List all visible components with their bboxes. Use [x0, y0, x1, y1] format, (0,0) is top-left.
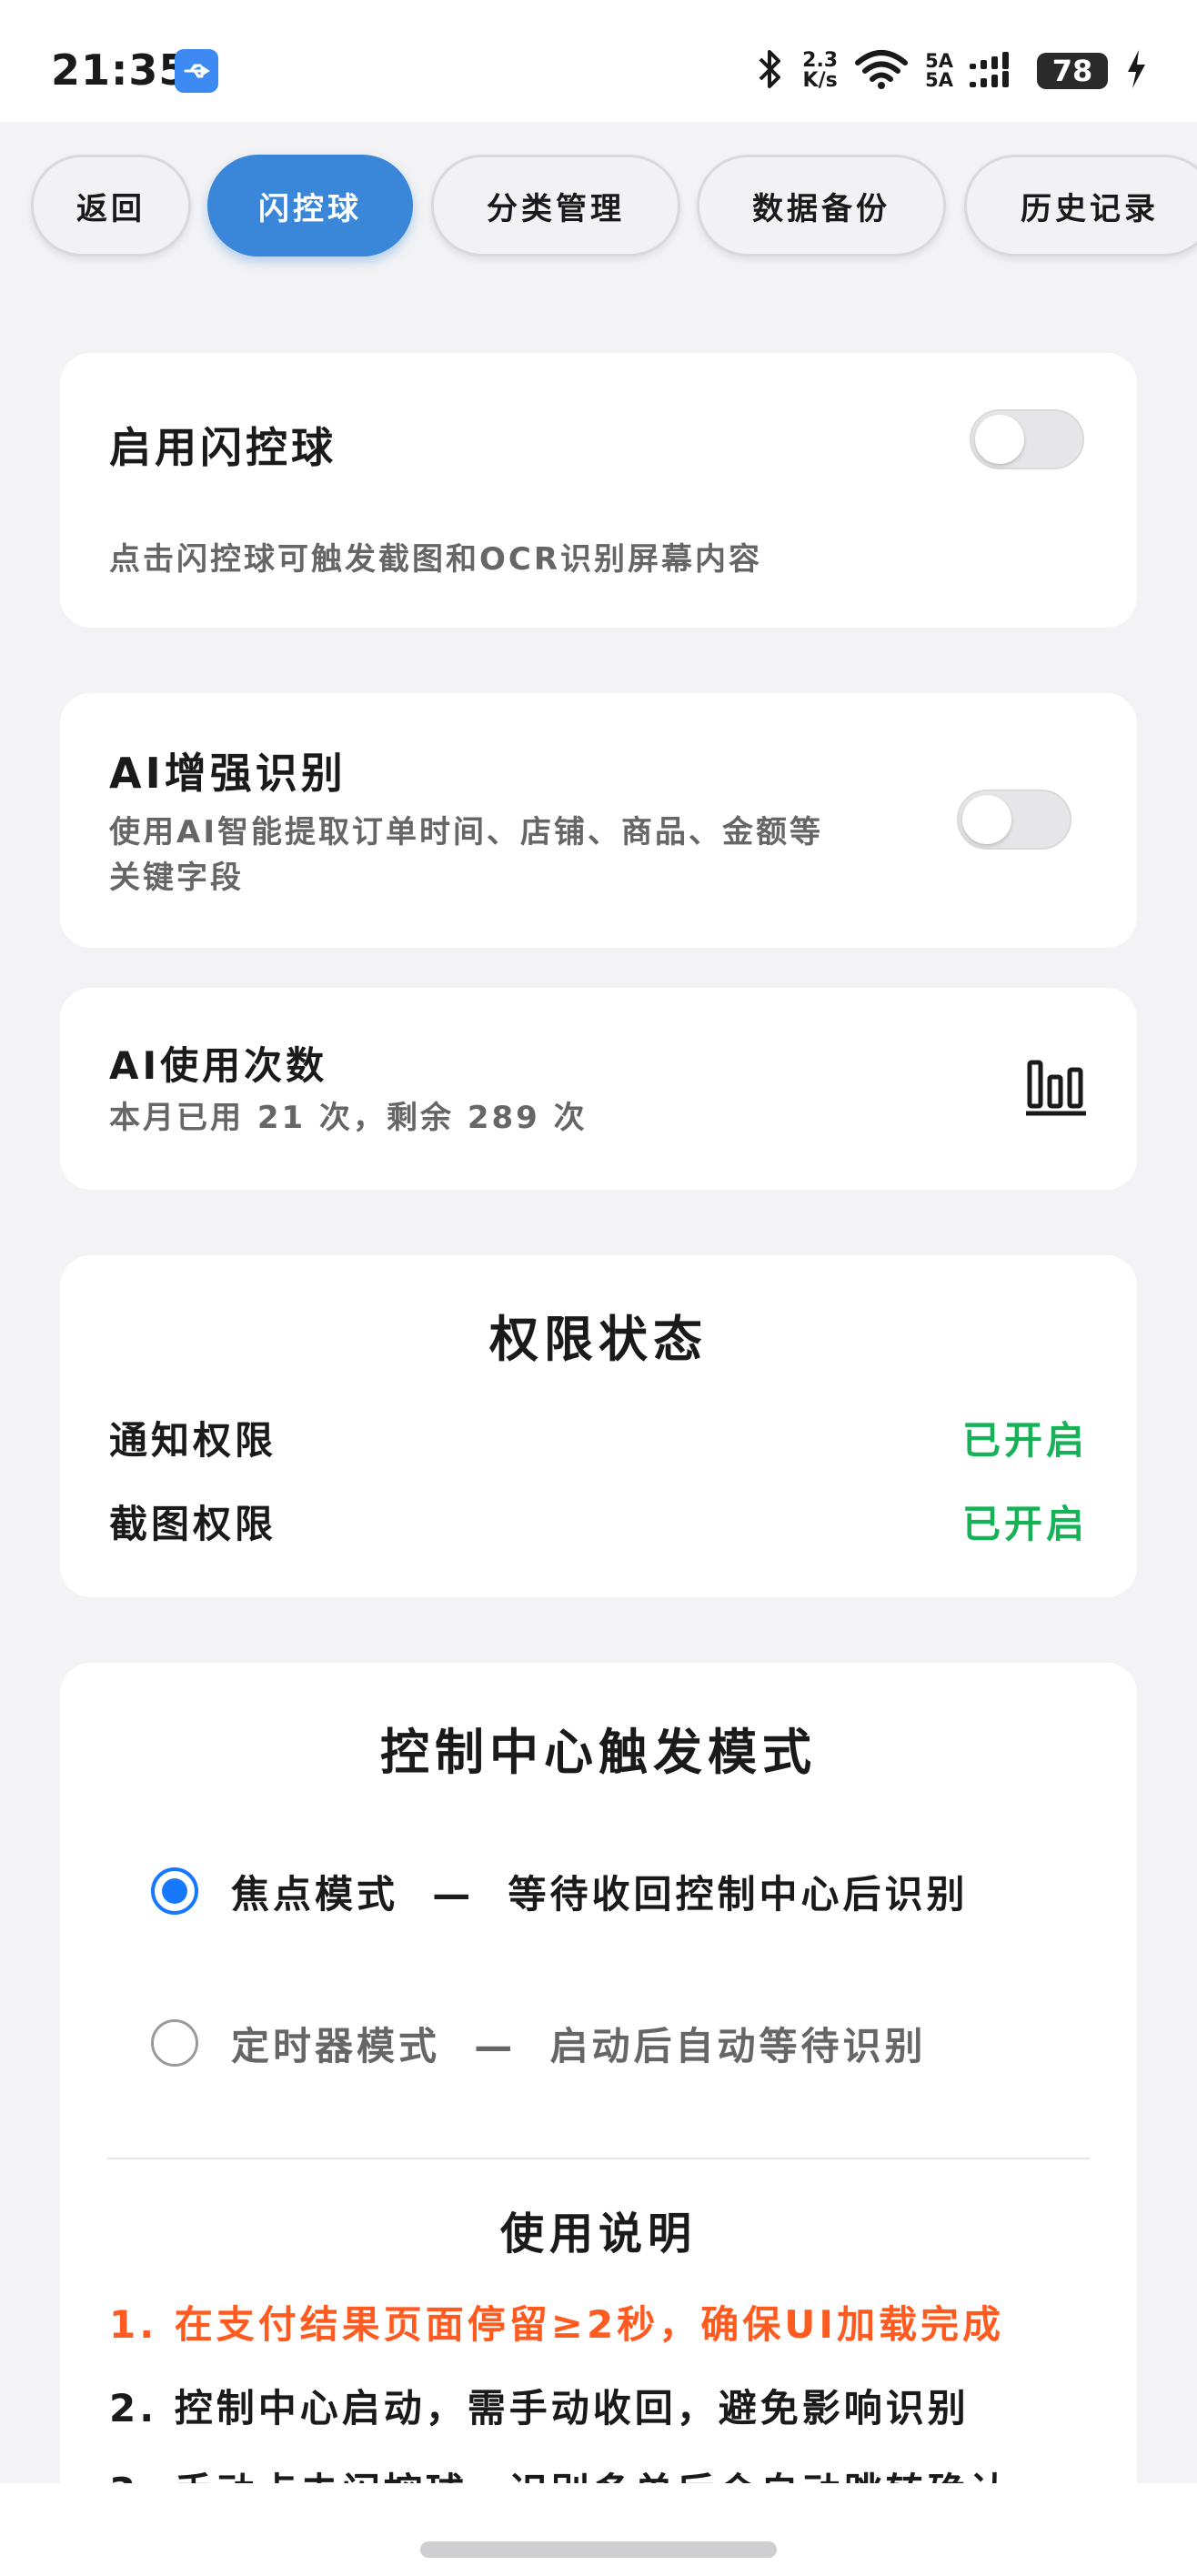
- float-ball-desc: 点击闪控球可触发截图和OCR识别屏幕内容: [109, 541, 763, 578]
- battery-level: 78: [1037, 53, 1108, 89]
- top-tab-bar: 返回 闪控球 分类管理 数据备份 历史记录: [0, 155, 1197, 260]
- permission-status: 已开启: [961, 1502, 1088, 1546]
- app-screen: 21:35 2.3 K/s 5A 5A 78 返回 闪控球 分类管理 数据备份 …: [0, 0, 1197, 2576]
- tab-history-label: 历史记录: [1021, 190, 1159, 227]
- permission-name: 通知权限: [109, 1418, 277, 1463]
- status-time: 21:35: [51, 45, 189, 95]
- tab-data-backup-label: 数据备份: [752, 190, 890, 227]
- ai-enhance-desc-line1: 使用AI智能提取订单时间、店铺、商品、金额等: [109, 814, 823, 850]
- tab-category-management[interactable]: 分类管理: [431, 155, 680, 257]
- tab-back[interactable]: 返回: [31, 155, 191, 257]
- ai-usage-title: AI使用次数: [109, 1043, 328, 1088]
- network-speed: 2.3 K/s: [802, 51, 838, 91]
- ai-usage-card[interactable]: AI使用次数 本月已用 21 次，剩余 289 次: [60, 988, 1137, 1190]
- cellular-label-sim2: 5A: [925, 69, 953, 91]
- instruction-item-2: 2. 控制中心启动，需手动收回，避免影响识别: [109, 2386, 970, 2430]
- radio-focus-mode-label: 焦点模式 — 等待收回控制中心后识别: [231, 1871, 969, 1917]
- trigger-mode-title: 控制中心触发模式: [380, 1724, 817, 1781]
- charging-icon: [1124, 48, 1148, 94]
- status-icons: 2.3 K/s 5A 5A 78: [755, 44, 1148, 98]
- permission-row-notification: 通知权限 已开启: [109, 1410, 1088, 1464]
- radio-timer-mode-label: 定时器模式 — 启动后自动等待识别: [231, 2023, 927, 2068]
- permission-name: 截图权限: [109, 1502, 277, 1546]
- radio-button-unchecked[interactable]: [151, 2019, 198, 2067]
- permission-row-screenshot: 截图权限 已开启: [109, 1494, 1088, 1548]
- ai-enhance-toggle[interactable]: [957, 790, 1071, 850]
- radio-button-checked[interactable]: [151, 1867, 198, 1915]
- float-ball-card: 启用闪控球 点击闪控球可触发截图和OCR识别屏幕内容: [60, 353, 1137, 628]
- ai-enhance-card: AI增强识别 使用AI智能提取订单时间、店铺、商品、金额等 关键字段: [60, 693, 1137, 948]
- ai-enhance-desc: 使用AI智能提取订单时间、店铺、商品、金额等 关键字段: [109, 810, 823, 901]
- tab-float-ball[interactable]: 闪控球: [207, 155, 413, 257]
- ai-usage-desc: 本月已用 21 次，剩余 289 次: [109, 1100, 588, 1136]
- home-gesture-handle[interactable]: [420, 2541, 777, 2558]
- tab-data-backup[interactable]: 数据备份: [697, 155, 946, 257]
- toggle-knob: [962, 795, 1011, 844]
- wifi-icon: [854, 48, 909, 94]
- permission-card: 权限状态 通知权限 已开启 截图权限 已开启: [60, 1255, 1137, 1597]
- ai-enhance-desc-line2: 关键字段: [109, 860, 244, 896]
- tab-category-management-label: 分类管理: [487, 190, 625, 227]
- bar-chart-icon[interactable]: [1024, 1055, 1088, 1122]
- permission-title: 权限状态: [489, 1311, 708, 1368]
- divider: [107, 2158, 1090, 2159]
- status-bar: 21:35 2.3 K/s 5A 5A 78: [0, 0, 1197, 122]
- signal-icon: [970, 49, 1021, 93]
- float-ball-title: 启用闪控球: [109, 423, 337, 472]
- radio-timer-mode[interactable]: 定时器模式 — 启动后自动等待识别: [151, 2011, 927, 2075]
- instructions-title: 使用说明: [499, 2209, 697, 2259]
- float-ball-toggle[interactable]: [970, 409, 1084, 469]
- cellular-label-sim1: 5A: [925, 50, 953, 72]
- permission-status: 已开启: [961, 1418, 1088, 1463]
- tab-back-label: 返回: [76, 190, 146, 227]
- bluetooth-icon: [755, 48, 786, 94]
- tab-history[interactable]: 历史记录: [964, 155, 1197, 257]
- system-nav-bar: [0, 2483, 1197, 2576]
- tab-float-ball-label: 闪控球: [258, 190, 362, 227]
- radio-focus-mode[interactable]: 焦点模式 — 等待收回控制中心后识别: [151, 1859, 969, 1923]
- instruction-item-1: 1. 在支付结果页面停留≥2秒，确保UI加载完成: [109, 2302, 1004, 2347]
- trigger-mode-card: 控制中心触发模式 焦点模式 — 等待收回控制中心后识别 定时器模式 — 启动后自…: [60, 1663, 1137, 2572]
- toggle-knob: [975, 415, 1024, 464]
- network-speed-value: 2.3: [802, 49, 839, 72]
- usb-icon: [175, 49, 218, 93]
- ai-enhance-title: AI增强识别: [109, 749, 347, 798]
- network-speed-unit: K/s: [802, 69, 838, 92]
- cellular-label: 5A 5A: [925, 52, 953, 90]
